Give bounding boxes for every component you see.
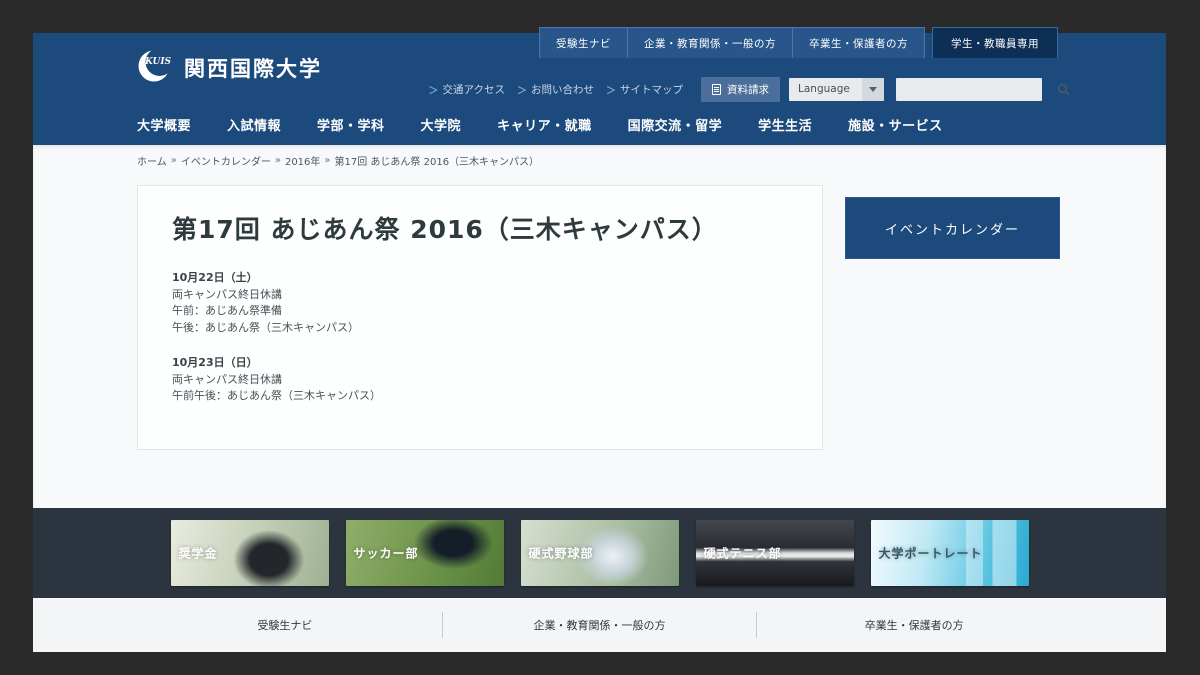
tab-alumni-guardians[interactable]: 卒業生・保護者の方 [792,28,924,58]
breadcrumb-2016[interactable]: 2016年 [285,153,320,168]
site-footer: 受験生ナビ 企業・教育関係・一般の方 卒業生・保護者の方 [33,598,1166,652]
banner-scholarship[interactable]: 奨学金 [171,520,329,586]
footer-link-exam-navi[interactable]: 受験生ナビ [128,617,442,633]
university-logo[interactable]: KUIS 関西国際大学 [137,48,322,88]
site-search [896,78,1042,101]
breadcrumb-separator: » [324,155,330,166]
main-navigation: 大学概要 入試情報 学部・学科 大学院 キャリア・就職 国際交流・留学 学生生活… [137,115,943,134]
nav-facilities-services[interactable]: 施設・サービス [848,115,943,134]
breadcrumb-home[interactable]: ホーム [137,153,167,168]
event-article-card: 第17回 あじあん祭 2016（三木キャンパス） 10月22日（土） 両キャンパ… [137,185,823,450]
language-dropdown-value: Language [789,83,862,95]
banner-scholarship-label: 奨学金 [179,545,218,562]
event-date: 10月23日（日） [172,355,788,372]
event-day-block-1: 10月22日（土） 両キャンパス終日休講 午前：あじあん祭準備 午後：あじあん祭… [172,270,788,336]
link-contact-label: お問い合わせ [531,82,594,97]
nav-career[interactable]: キャリア・就職 [497,115,592,134]
brochure-request-label: 資料請求 [727,82,769,97]
event-date: 10月22日（土） [172,270,788,287]
tab-students-faculty[interactable]: 学生・教職員専用 [932,27,1058,58]
top-tabs: 受験生ナビ 企業・教育関係・一般の方 卒業生・保護者の方 学生・教職員専用 [539,27,1058,58]
breadcrumb: ホーム » イベントカレンダー » 2016年 » 第17回 あじあん祭 201… [137,153,539,168]
tab-exam-navi[interactable]: 受験生ナビ [540,28,627,58]
banner-university-portrait-label: 大学ポートレート [879,545,983,562]
breadcrumb-separator: » [171,155,177,166]
banner-soccer-club[interactable]: サッカー部 [346,520,504,586]
nav-student-life[interactable]: 学生生活 [758,115,812,134]
chevron-right-icon: ＞ [606,82,616,97]
main-content: ホーム » イベントカレンダー » 2016年 » 第17回 あじあん祭 201… [33,145,1166,508]
event-day-block-2: 10月23日（日） 両キャンパス終日休講 午前午後：あじあん祭（三木キャンパス） [172,355,788,405]
chevron-right-icon: ＞ [429,82,439,97]
page-title: 第17回 あじあん祭 2016（三木キャンパス） [172,210,788,246]
breadcrumb-event-calendar[interactable]: イベントカレンダー [181,153,271,168]
event-detail: 午後：あじあん祭（三木キャンパス） [172,320,788,337]
footer-link-corporate-general[interactable]: 企業・教育関係・一般の方 [443,617,757,633]
link-access-label: 交通アクセス [443,82,505,97]
event-detail: 午前午後：あじあん祭（三木キャンパス） [172,388,788,405]
header-utility-row: ＞ 交通アクセス ＞ お問い合わせ ＞ サイトマップ 資料請求 Language [429,77,1042,101]
chevron-down-icon [862,78,884,101]
search-icon[interactable] [1057,78,1070,101]
site-window: 受験生ナビ 企業・教育関係・一般の方 卒業生・保護者の方 学生・教職員専用 KU… [33,33,1166,652]
event-calendar-button[interactable]: イベントカレンダー [845,197,1060,259]
chevron-right-icon: ＞ [517,82,527,97]
top-tab-group: 受験生ナビ 企業・教育関係・一般の方 卒業生・保護者の方 [539,27,925,58]
banner-strip: 奨学金 サッカー部 硬式野球部 硬式テニス部 大学ポートレート [33,508,1166,598]
language-dropdown[interactable]: Language [789,78,884,101]
breadcrumb-current-page: 第17回 あじあん祭 2016（三木キャンパス） [335,153,540,168]
banner-soccer-club-label: サッカー部 [354,545,419,562]
link-contact[interactable]: ＞ お問い合わせ [517,82,594,97]
brochure-request-button[interactable]: 資料請求 [701,77,780,102]
search-input[interactable] [896,78,1057,101]
document-icon [712,84,721,95]
banner-tennis-club-label: 硬式テニス部 [704,545,782,562]
banner-university-portrait[interactable]: 大学ポートレート [871,520,1029,586]
svg-text:KUIS: KUIS [144,57,172,67]
event-detail: 両キャンパス終日休講 [172,372,788,389]
banner-baseball-club[interactable]: 硬式野球部 [521,520,679,586]
tab-corporate-general[interactable]: 企業・教育関係・一般の方 [627,28,792,58]
link-sitemap[interactable]: ＞ サイトマップ [606,82,683,97]
footer-link-alumni-guardians[interactable]: 卒業生・保護者の方 [757,617,1071,633]
nav-international[interactable]: 国際交流・留学 [628,115,723,134]
university-name: 関西国際大学 [184,53,322,83]
nav-graduate-school[interactable]: 大学院 [421,115,462,134]
kuis-crescent-icon: KUIS [137,48,175,88]
link-sitemap-label: サイトマップ [620,82,683,97]
banner-tennis-club[interactable]: 硬式テニス部 [696,520,854,586]
nav-admissions[interactable]: 入試情報 [227,115,281,134]
breadcrumb-separator: » [275,155,281,166]
event-detail: 午前：あじあん祭準備 [172,303,788,320]
link-access[interactable]: ＞ 交通アクセス [429,82,505,97]
banner-baseball-club-label: 硬式野球部 [529,545,594,562]
event-detail: 両キャンパス終日休講 [172,287,788,304]
nav-university-overview[interactable]: 大学概要 [137,115,191,134]
nav-faculties[interactable]: 学部・学科 [317,115,385,134]
